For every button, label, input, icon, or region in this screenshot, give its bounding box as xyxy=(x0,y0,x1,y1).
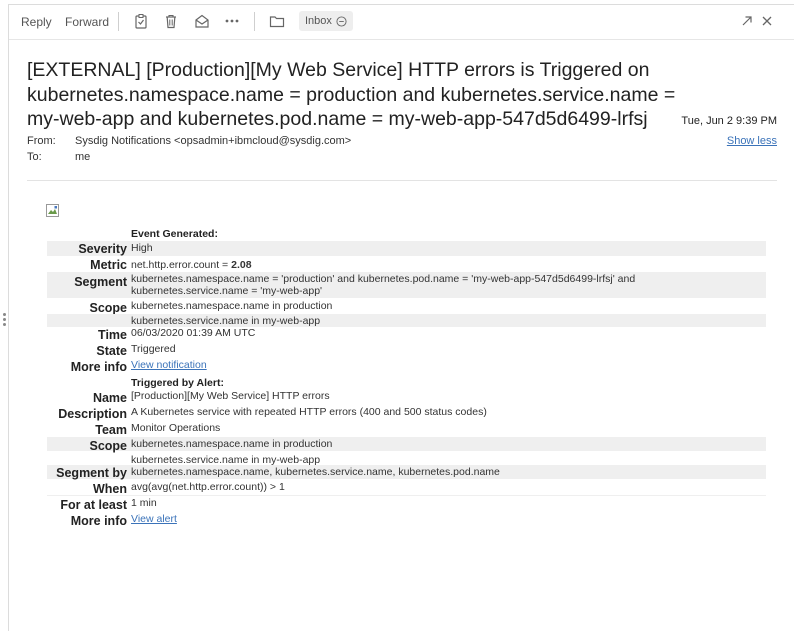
to-label: To: xyxy=(27,151,42,163)
severity-label: Severity xyxy=(78,242,127,256)
state-row: State Triggered xyxy=(47,343,766,359)
view-notification-link[interactable]: View notification xyxy=(131,359,207,371)
alert-name-row: Name [Production][My Web Service] HTTP e… xyxy=(47,389,766,405)
state-value: Triggered xyxy=(131,343,176,355)
segment-label: Segment xyxy=(74,275,127,289)
when-label: When xyxy=(92,482,127,496)
for-at-least-label: For at least xyxy=(60,498,127,512)
alert-scope-value-1: kubernetes.namespace.name in production xyxy=(131,438,333,450)
remove-label-icon[interactable] xyxy=(336,15,347,27)
team-label: Team xyxy=(95,423,127,437)
popout-icon[interactable] xyxy=(739,13,755,29)
alert-more-info-row: More info View alert xyxy=(47,512,766,528)
header-divider xyxy=(27,180,777,181)
toolbar-divider xyxy=(254,12,255,31)
segment-row: Segment kubernetes.namespace.name = 'pro… xyxy=(47,272,766,298)
toolbar-divider xyxy=(118,12,119,31)
metric-label: Metric xyxy=(90,258,127,272)
scope-value-1: kubernetes.namespace.name in production xyxy=(131,300,333,312)
alert-name-label: Name xyxy=(92,391,127,405)
trash-icon[interactable] xyxy=(163,13,179,29)
scope-label: Scope xyxy=(89,301,127,315)
time-label: Time xyxy=(98,328,127,342)
envelope-open-icon[interactable] xyxy=(194,13,210,29)
alert-scope-row-2: kubernetes.service.name in my-web-app xyxy=(47,451,766,466)
resize-handle[interactable] xyxy=(3,313,7,331)
event-generated-heading: Event Generated: xyxy=(131,228,218,240)
segment-by-label: Segment by xyxy=(56,466,127,480)
clipboard-icon[interactable] xyxy=(133,13,149,29)
email-date: Tue, Jun 2 9:39 PM xyxy=(681,115,777,127)
message-toolbar: Reply Forward Inbox xyxy=(9,5,794,40)
alert-scope-row: Scope kubernetes.namespace.name in produ… xyxy=(47,437,766,453)
broken-image-icon xyxy=(46,204,59,217)
email-subject: [EXTERNAL] [Production][My Web Service] … xyxy=(27,59,676,130)
to-value: me xyxy=(75,151,91,163)
folder-icon[interactable] xyxy=(269,13,285,29)
when-value: avg(avg(net.http.error.count)) > 1 xyxy=(131,481,285,493)
segment-by-value: kubernetes.namespace.name, kubernetes.se… xyxy=(131,466,500,478)
email-reading-pane: Reply Forward Inbox [EXTERNAL] [Producti… xyxy=(8,4,794,631)
time-value: 06/03/2020 01:39 AM UTC xyxy=(131,327,256,339)
view-alert-link[interactable]: View alert xyxy=(131,513,177,525)
segment-by-row: Segment by kubernetes.namespace.name, ku… xyxy=(47,465,766,480)
close-icon[interactable] xyxy=(759,13,775,29)
scope-row-2: kubernetes.service.name in my-web-app xyxy=(47,314,766,327)
more-icon[interactable] xyxy=(224,13,240,29)
from-label: From: xyxy=(27,135,56,147)
reply-button[interactable]: Reply xyxy=(21,15,52,29)
inbox-label: Inbox xyxy=(305,15,332,27)
segment-line2: kubernetes.service.name = 'my-web-app' xyxy=(131,285,323,297)
more-info-row: More info View notification xyxy=(47,359,766,375)
event-generated-row: Event Generated: xyxy=(47,228,766,241)
severity-value: High xyxy=(131,242,153,254)
alert-more-info-label: More info xyxy=(70,514,127,528)
time-row: Time 06/03/2020 01:39 AM UTC xyxy=(47,327,766,343)
segment-line1: kubernetes.namespace.name = 'production'… xyxy=(131,273,636,285)
from-value: Sysdig Notifications <opsadmin+ibmcloud@… xyxy=(75,135,352,147)
metric-value: net.http.error.count = 2.08 xyxy=(131,259,761,271)
description-label: Description xyxy=(58,407,127,421)
event-details: Event Generated: Severity High Metric ne… xyxy=(47,228,766,528)
show-less-link[interactable]: Show less xyxy=(727,135,777,147)
triggered-by-heading: Triggered by Alert: xyxy=(131,377,224,389)
metric-row: Metric net.http.error.count = 2.08 xyxy=(47,256,766,272)
alert-name-value: [Production][My Web Service] HTTP errors xyxy=(131,390,330,402)
for-at-least-row: For at least 1 min xyxy=(47,496,766,512)
metric-name: net.http.error.count = xyxy=(131,259,232,271)
description-row: Description A Kubernetes service with re… xyxy=(47,405,766,421)
when-row: When avg(avg(net.http.error.count)) > 1 xyxy=(47,479,766,496)
team-row: Team Monitor Operations xyxy=(47,421,766,437)
inbox-label-button[interactable]: Inbox xyxy=(299,11,353,31)
more-info-label: More info xyxy=(70,360,127,374)
description-value: A Kubernetes service with repeated HTTP … xyxy=(131,406,487,418)
forward-button[interactable]: Forward xyxy=(65,15,109,29)
state-label: State xyxy=(96,344,127,358)
metric-number: 2.08 xyxy=(231,259,252,271)
scope-row: Scope kubernetes.namespace.name in produ… xyxy=(47,298,766,315)
team-value: Monitor Operations xyxy=(131,422,221,434)
severity-row: Severity High xyxy=(47,241,766,256)
scope-value-2: kubernetes.service.name in my-web-app xyxy=(131,315,321,327)
for-at-least-value: 1 min xyxy=(131,497,157,509)
triggered-by-row: Triggered by Alert: xyxy=(47,375,766,389)
